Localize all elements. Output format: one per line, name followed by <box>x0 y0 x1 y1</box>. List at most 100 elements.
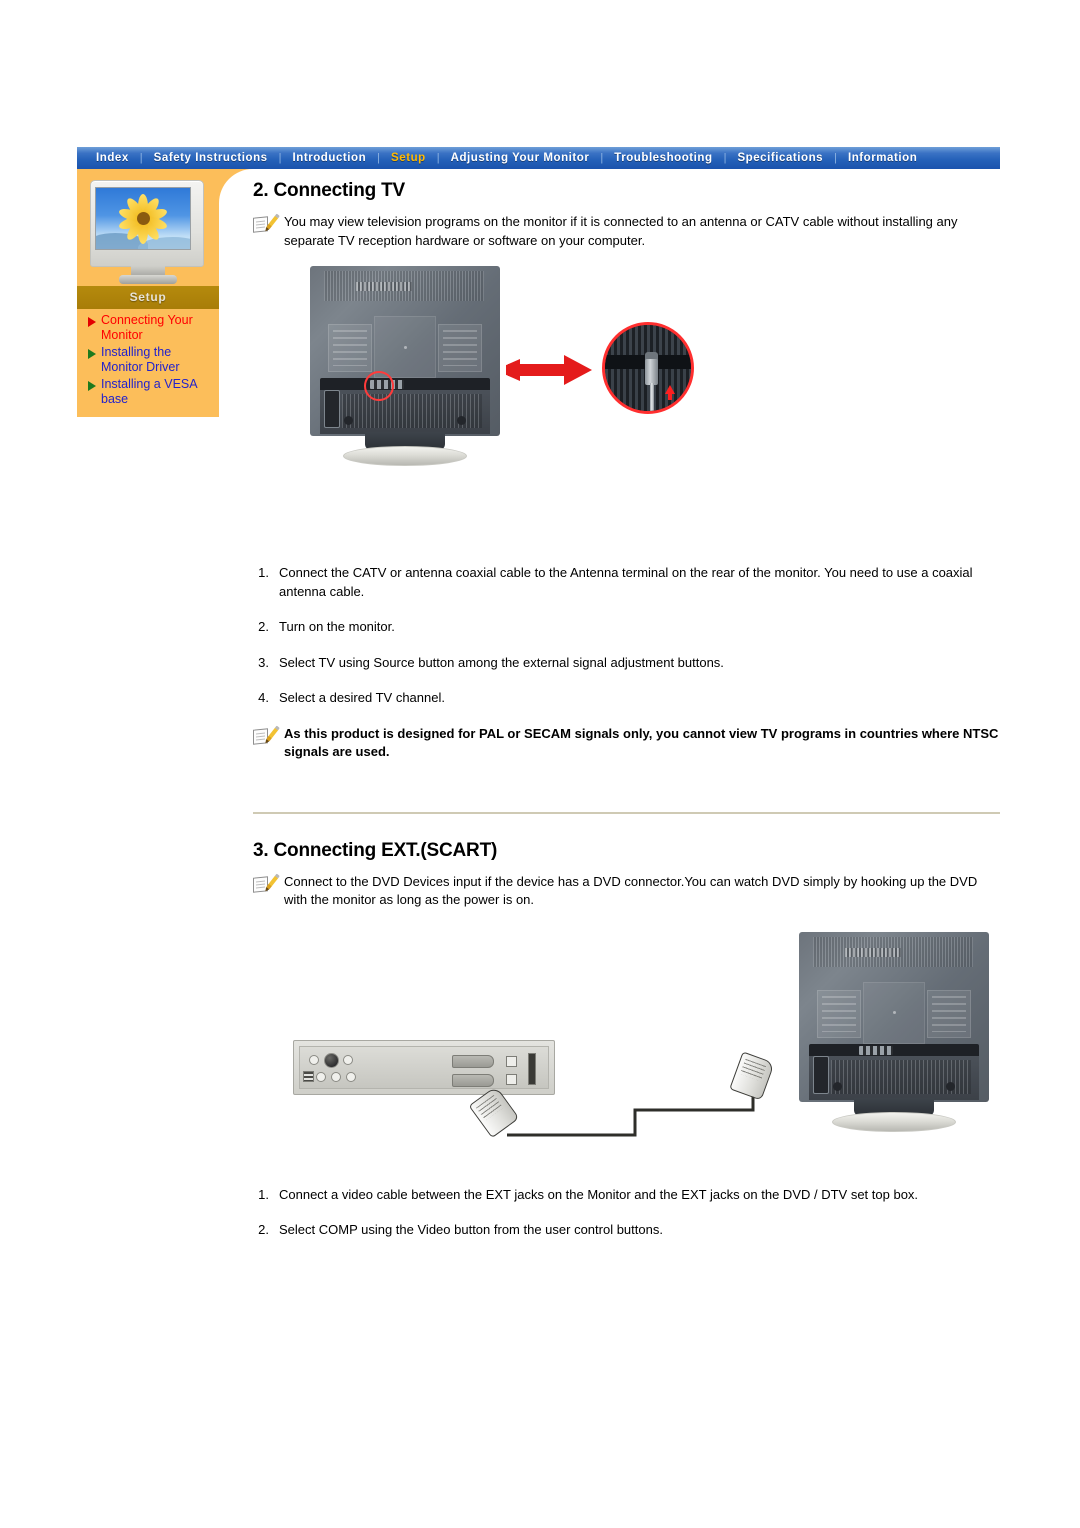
warning-note-pal-secam: As this product is designed for PAL or S… <box>253 725 1000 762</box>
monitor-rear-view <box>799 931 989 1132</box>
monitor-rear-view <box>310 266 500 466</box>
list-item: 2. Turn on the monitor. <box>253 618 1000 637</box>
vertical-slot-port <box>528 1052 536 1085</box>
notepad-pencil-icon <box>253 213 280 235</box>
scart-socket-upper <box>452 1054 494 1068</box>
nav-item-index[interactable]: Index <box>85 147 140 169</box>
step-number: 1. <box>258 565 269 580</box>
top-navigation-bar: Index | Safety Instructions | Introducti… <box>77 147 1000 169</box>
coaxial-connector-pin <box>650 383 654 411</box>
monitor-stand-base <box>832 1111 956 1132</box>
step-text: Select COMP using the Video button from … <box>279 1222 663 1237</box>
monitor-lower-vent <box>320 390 490 434</box>
antenna-knob <box>324 1052 339 1068</box>
section-note-connecting-tv: You may view television programs on the … <box>253 213 1000 250</box>
sidebar-section-label: Setup <box>77 286 219 309</box>
rca-jack <box>331 1071 341 1082</box>
highlight-circle-icon <box>364 371 394 401</box>
monitor-model-label <box>845 947 901 957</box>
step-text: Connect the CATV or antenna coaxial cabl… <box>279 565 973 599</box>
rca-jack <box>346 1071 356 1082</box>
detail-red-arrow-icon <box>665 385 675 400</box>
triangle-bullet-icon <box>88 381 96 391</box>
monitor-stand-base <box>119 275 177 284</box>
figure-dvd-scart-connection <box>283 928 1010 1168</box>
sidebar-item-installing-the-monitor-driver[interactable]: Installing the Monitor Driver <box>88 345 210 375</box>
notepad-pencil-icon <box>253 725 280 747</box>
red-arrow-icon <box>508 355 592 385</box>
nav-item-troubleshooting[interactable]: Troubleshooting <box>603 147 723 169</box>
nav-item-safety-instructions[interactable]: Safety Instructions <box>143 147 279 169</box>
monitor-model-label <box>356 282 412 291</box>
sidebar-item-label: Connecting Your Monitor <box>101 313 193 342</box>
steps-connecting-tv: 1. Connect the CATV or antenna coaxial c… <box>253 564 1000 708</box>
sunflower-core <box>136 212 150 225</box>
magnified-detail-circle <box>602 322 694 414</box>
step-number: 3. <box>258 654 269 670</box>
scart-socket-lower <box>452 1073 494 1087</box>
nav-separator: | <box>377 152 381 164</box>
rca-jack <box>316 1071 326 1082</box>
nav-separator: | <box>600 152 604 164</box>
document-page: Index | Safety Instructions | Introducti… <box>0 0 1080 1528</box>
nav-item-specifications[interactable]: Specifications <box>726 147 834 169</box>
section-connecting-tv: 2. Connecting TV You may view television… <box>253 180 1000 762</box>
square-port-upper <box>506 1055 517 1067</box>
nav-item-adjusting-your-monitor[interactable]: Adjusting Your Monitor <box>440 147 601 169</box>
notepad-pencil-icon <box>253 873 280 895</box>
list-item: 3. Select TV using Source button among t… <box>253 654 1000 673</box>
connector-block <box>303 1070 314 1082</box>
scart-plug-right <box>729 1050 775 1101</box>
list-item: 1. Connect the CATV or antenna coaxial c… <box>253 564 1000 601</box>
set-top-box-rear-panel <box>299 1045 549 1089</box>
warning-text: As this product is designed for PAL or S… <box>284 725 999 760</box>
triangle-bullet-icon <box>88 317 96 327</box>
sidebar-corner-notch <box>219 169 253 203</box>
list-item: 2. Select COMP using the Video button fr… <box>253 1221 1000 1240</box>
monitor-screw-holes <box>833 1081 955 1092</box>
sidebar-item-label: Installing the Monitor Driver <box>101 345 180 374</box>
scart-port <box>813 1055 829 1094</box>
rca-jack <box>343 1054 353 1065</box>
dvd-set-top-box <box>293 1039 555 1095</box>
list-item: 4. Select a desired TV channel. <box>253 689 1000 708</box>
nav-separator: | <box>834 152 837 164</box>
steps-connecting-ext-scart: 1. Connect a video cable between the EXT… <box>253 1186 1000 1240</box>
vesa-mount-area <box>374 316 436 378</box>
monitor-screw-holes <box>344 416 466 426</box>
step-text: Connect a video cable between the EXT ja… <box>279 1186 919 1202</box>
monitor-stand-base <box>343 446 467 466</box>
monitor-panel-left <box>817 989 861 1038</box>
nav-separator: | <box>436 152 440 164</box>
nav-separator: | <box>139 152 143 164</box>
coaxial-connector-body <box>645 359 658 385</box>
antenna-terminal-ports <box>859 1045 893 1055</box>
square-port-lower <box>506 1073 517 1085</box>
detail-vent-top <box>605 325 691 355</box>
nav-item-introduction[interactable]: Introduction <box>282 147 378 169</box>
nav-separator: | <box>723 152 727 164</box>
step-number: 4. <box>258 690 269 705</box>
monitor-sunflower-icon <box>86 180 210 284</box>
section-title-connecting-tv: 2. Connecting TV <box>253 180 405 201</box>
vesa-mount-area <box>863 981 925 1044</box>
sidebar-item-installing-a-vesa-base[interactable]: Installing a VESA base <box>88 377 210 407</box>
nav-item-information[interactable]: Information <box>837 147 928 169</box>
note-text: Connect to the DVD Devices input if the … <box>284 873 978 908</box>
sidebar-item-label: Installing a VESA base <box>101 377 197 406</box>
monitor-panel-left <box>328 324 372 372</box>
sidebar-item-connecting-your-monitor[interactable]: Connecting Your Monitor <box>88 313 210 343</box>
monitor-screen <box>95 187 191 250</box>
monitor-panel-right <box>927 989 971 1038</box>
monitor-rear-body <box>799 931 989 1102</box>
sidebar-link-list: Connecting Your Monitor Installing the M… <box>86 309 210 417</box>
sidebar-panel: Setup Connecting Your Monitor Installing… <box>77 169 253 417</box>
step-text: Select TV using Source button among the … <box>279 654 724 670</box>
monitor-rear-body <box>310 266 500 436</box>
nav-item-setup[interactable]: Setup <box>380 147 437 169</box>
rca-jack <box>309 1054 319 1065</box>
list-item: 1. Connect a video cable between the EXT… <box>253 1186 1000 1205</box>
main-content: 2. Connecting TV You may view television… <box>253 180 1000 1257</box>
scart-port <box>324 390 340 428</box>
step-number: 2. <box>258 1222 269 1237</box>
